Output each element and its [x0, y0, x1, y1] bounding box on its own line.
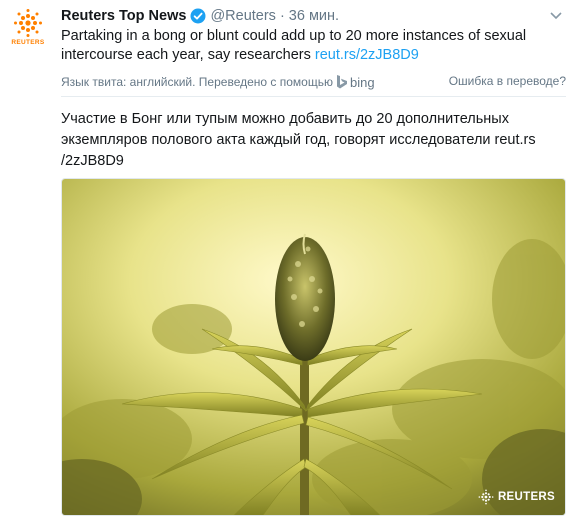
reuters-watermark: REUTERS	[478, 489, 555, 505]
author-handle[interactable]: @Reuters	[210, 8, 276, 24]
chevron-down-icon[interactable]	[546, 6, 566, 26]
separator-dot: ·	[279, 8, 285, 24]
tweet-text-main: Partaking in a bong or blunt could add u…	[61, 28, 527, 63]
avatar[interactable]: REUTERS	[8, 8, 48, 48]
watermark-text: REUTERS	[497, 491, 555, 503]
cannabis-plant-image	[62, 179, 565, 515]
bing-logo-icon	[336, 75, 347, 89]
translation-error-link[interactable]: Ошибка в переводе?	[449, 74, 566, 88]
tweet-photo[interactable]: REUTERS	[61, 178, 566, 516]
tweet-header: Reuters Top News @Reuters · 36 мин.	[61, 6, 566, 26]
translation-bar: Язык твита: английский. Переведено с пом…	[61, 73, 566, 97]
tweet-text: Partaking in a bong or blunt could add u…	[61, 27, 566, 65]
translation-info: Язык твита: английский. Переведено с пом…	[61, 75, 333, 89]
tweet-timestamp[interactable]: 36 мин.	[289, 8, 339, 24]
verified-badge-icon	[190, 8, 206, 24]
reuters-watermark-icon	[478, 489, 494, 505]
tweet-link[interactable]: reut.rs/2zJB8D9	[315, 47, 419, 63]
reuters-logo-icon	[14, 9, 42, 37]
avatar-brand-text: REUTERS	[11, 39, 45, 46]
bing-attribution[interactable]: bing	[336, 74, 375, 90]
author-name[interactable]: Reuters Top News	[61, 8, 186, 24]
translated-text: Участие в Бонг или тупым можно добавить …	[61, 111, 536, 169]
bing-label: bing	[349, 74, 375, 90]
tweet-content: Reuters Top News @Reuters · 36 мин. Part…	[61, 6, 566, 172]
